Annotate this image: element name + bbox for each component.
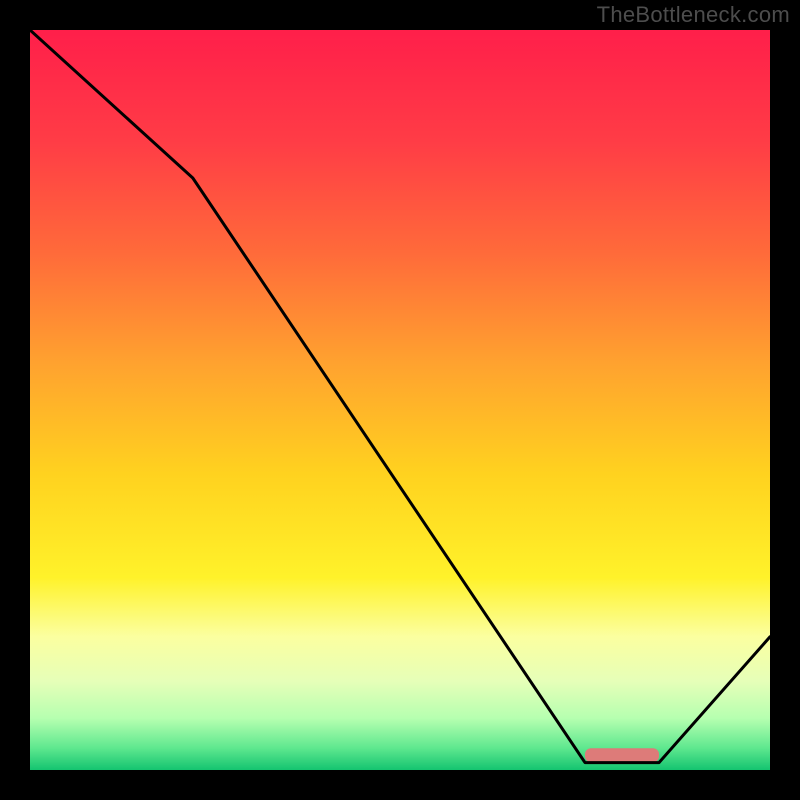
heatmap-background: [30, 30, 770, 770]
chart-frame: TheBottleneck.com: [0, 0, 800, 800]
optimum-range-marker: [585, 748, 659, 762]
attribution-label: TheBottleneck.com: [597, 2, 790, 28]
bottleneck-chart-svg: [30, 30, 770, 770]
plot-area: [30, 30, 770, 770]
